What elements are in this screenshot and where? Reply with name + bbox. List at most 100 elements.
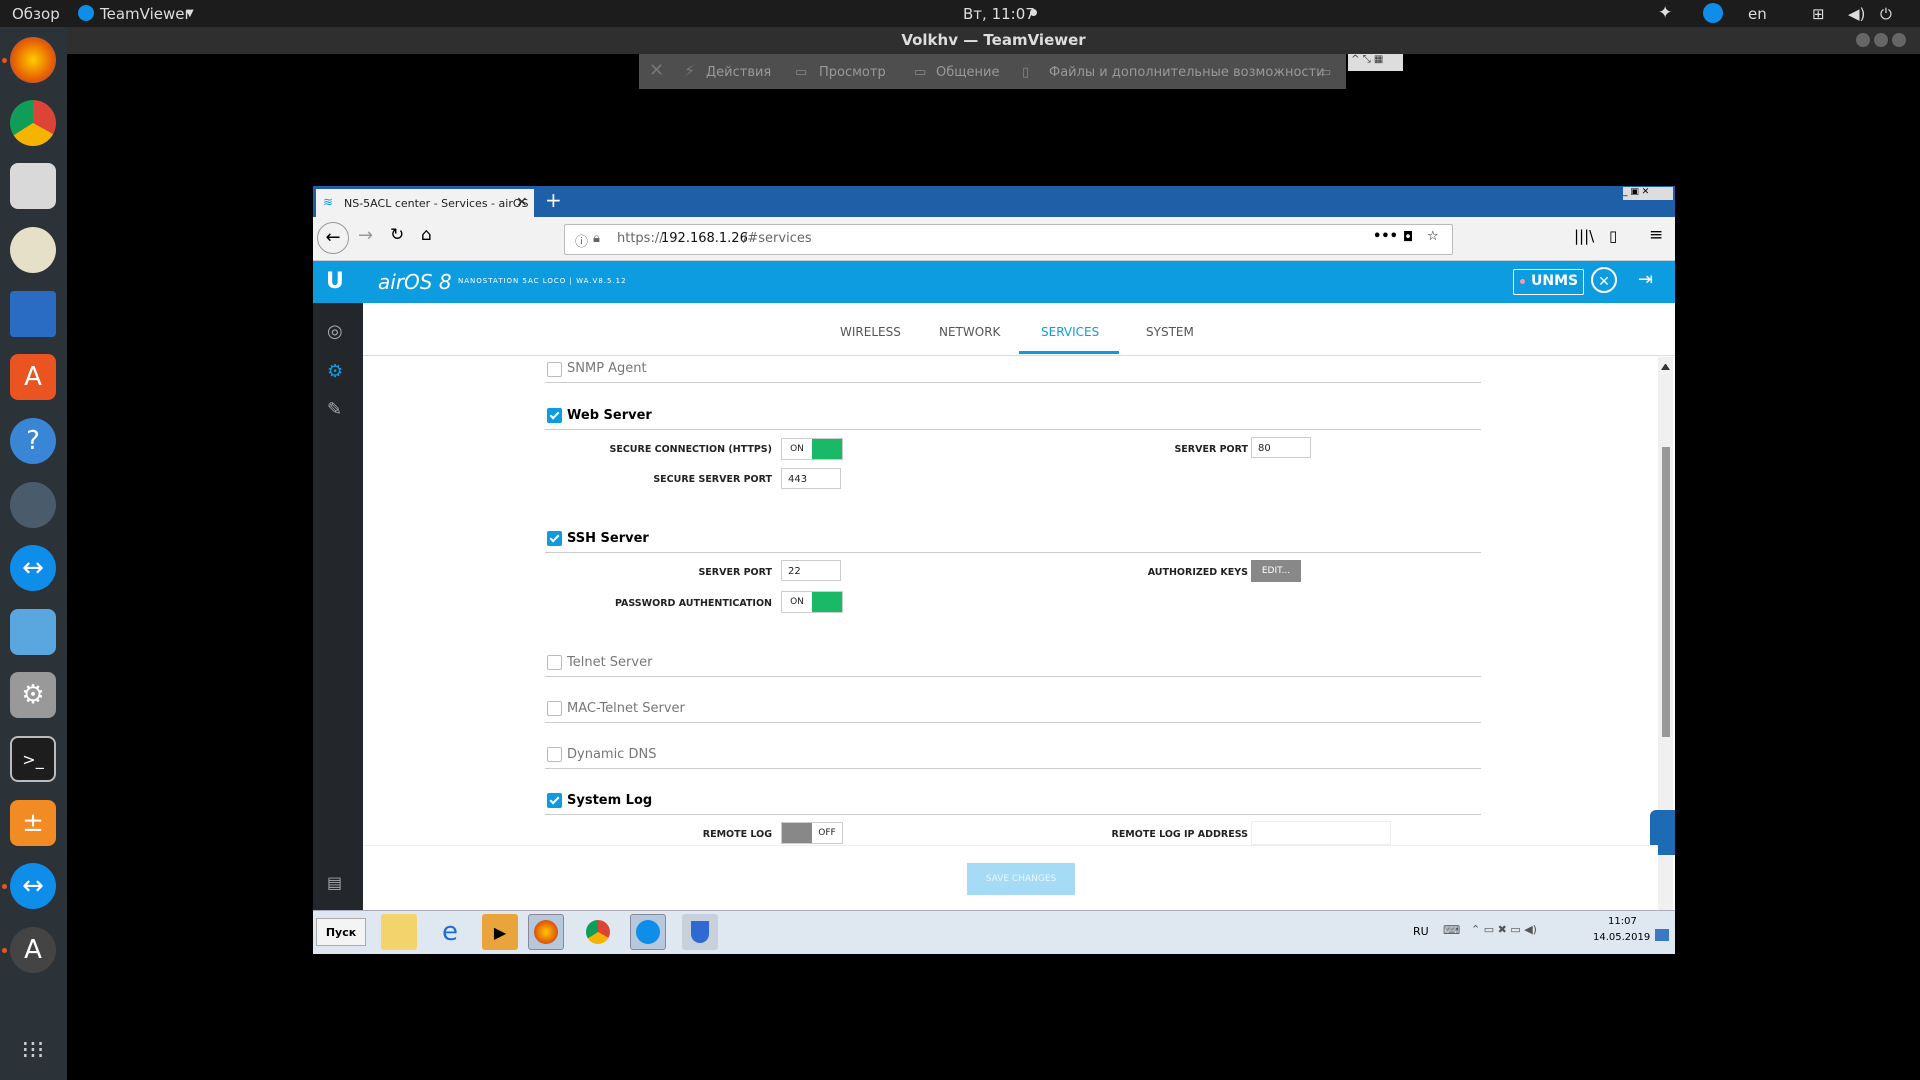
language-indicator[interactable]: RU (1413, 925, 1429, 938)
maximize-icon[interactable] (1874, 33, 1888, 47)
firefox-icon[interactable] (10, 37, 56, 83)
keyboard-icon[interactable]: ⌨ (1443, 923, 1460, 937)
close-session-icon[interactable]: ✕ (649, 60, 664, 81)
clock[interactable]: Вт, 11:07 (963, 5, 1035, 23)
unms-button[interactable]: UNMS (1513, 269, 1584, 295)
logout-icon[interactable]: ⇥ (1638, 269, 1653, 290)
save-changes-button[interactable]: SAVE CHANGES (967, 863, 1075, 895)
tab-network[interactable]: NETWORK (939, 325, 1000, 339)
info-icon[interactable]: ⓘ (575, 231, 588, 250)
toolbar-actions[interactable]: Действия (706, 65, 771, 80)
software-updater-icon[interactable]: A (10, 927, 56, 973)
password-auth-toggle[interactable]: ON (781, 591, 843, 613)
settings-tabs: WIRELESS NETWORK SERVICES SYSTEM (363, 303, 1675, 356)
reload-icon[interactable]: ↻ (390, 225, 404, 245)
toolbar-files[interactable]: Файлы и дополнительные возможности (1049, 65, 1325, 80)
syslog-checkbox[interactable] (547, 793, 562, 808)
teamviewer-running-icon[interactable]: ↔ (10, 863, 56, 909)
security-center-taskbar-icon[interactable] (682, 914, 718, 950)
file-manager-icon[interactable] (10, 163, 56, 209)
window-controls[interactable]: _ ▣ ✕ (1623, 187, 1673, 200)
remmina-icon[interactable] (10, 482, 56, 528)
dropbox-icon[interactable] (10, 609, 56, 655)
view-icon: ▭ (795, 65, 808, 80)
library-icon[interactable]: |||\ (1574, 227, 1594, 245)
teamviewer-dock-icon[interactable]: ↔ (10, 545, 56, 591)
snmp-checkbox[interactable] (547, 362, 562, 377)
tab-wireless[interactable]: WIRELESS (840, 325, 901, 339)
toolbar-view[interactable]: Просмотр (819, 65, 886, 80)
sidebar-toggle-icon[interactable]: ▯ (1609, 227, 1617, 245)
dropbox-tray-icon[interactable]: ✦ (1658, 3, 1672, 23)
scroll-up-icon[interactable] (1661, 364, 1670, 370)
home-icon[interactable]: ⌂ (421, 225, 432, 245)
toolbar-collapse-icon[interactable]: ^ ⤡ ▦ (1348, 54, 1403, 71)
toolbar-communication[interactable]: Общение (936, 65, 999, 80)
page-actions-icon[interactable]: ••• (1373, 229, 1398, 244)
close-icon[interactable] (1892, 33, 1906, 47)
music-player-icon[interactable] (10, 227, 56, 273)
forward-icon[interactable]: → (358, 225, 373, 246)
tools-icon[interactable]: ✕ (1591, 267, 1617, 293)
scroll-thumb[interactable] (1662, 447, 1670, 737)
pocket-icon[interactable]: ◘ (1403, 230, 1413, 245)
calculator-icon[interactable]: ± (10, 800, 56, 846)
power-icon[interactable]: ⏻ (1880, 5, 1892, 23)
teamviewer-taskbar-icon[interactable] (630, 914, 666, 950)
media-player-taskbar-icon[interactable]: ▶ (482, 914, 518, 950)
ddns-checkbox[interactable] (547, 747, 562, 762)
mactelnet-checkbox[interactable] (547, 701, 562, 716)
menu-icon[interactable]: ≡ (1649, 225, 1663, 245)
https-label: SECURE CONNECTION (HTTPS) (609, 444, 772, 455)
system-settings-icon[interactable]: ⚙ (10, 672, 56, 718)
activities-button[interactable]: Обзор (12, 5, 60, 23)
teamviewer-toolbar: ✕ ⚡ Действия ▭ Просмотр ▭ Общение ▯ Файл… (639, 54, 1346, 89)
remote-ip-input[interactable] (1251, 821, 1391, 845)
explorer-taskbar-icon[interactable] (381, 914, 417, 950)
ssh-checkbox[interactable] (547, 531, 562, 546)
software-center-icon[interactable]: A (10, 354, 56, 400)
browser-tab[interactable]: ≋ NS-5ACL center - Services - airOS × (316, 189, 534, 217)
app-menu[interactable]: TeamViewer (100, 5, 191, 23)
new-tab-icon[interactable]: + (545, 188, 562, 212)
chrome-taskbar-icon[interactable] (580, 914, 616, 950)
chrome-icon[interactable] (10, 100, 56, 146)
remote-log-state: OFF (812, 823, 842, 843)
actions-icon: ⚡ (684, 61, 696, 80)
bookmark-star-icon[interactable]: ☆ (1427, 229, 1439, 244)
minimize-icon[interactable] (1856, 33, 1870, 47)
volume-icon[interactable]: ◀) (1848, 5, 1865, 23)
show-desktop-icon[interactable] (1655, 929, 1669, 941)
writer-icon[interactable] (10, 291, 56, 337)
tab-system[interactable]: SYSTEM (1146, 325, 1194, 339)
log-icon[interactable]: ▤ (327, 873, 342, 892)
terminal-icon[interactable]: >_ (10, 736, 56, 782)
web-port-input[interactable]: 80 (1251, 437, 1311, 458)
app-menu-arrow-icon[interactable]: ▼ (186, 8, 194, 19)
window-switch-icon[interactable]: ▭ (1319, 65, 1331, 80)
section-ssh: SSH Server (545, 528, 1481, 553)
firefox-taskbar-icon[interactable] (528, 914, 564, 950)
back-icon[interactable]: ← (317, 222, 349, 254)
language-indicator[interactable]: en (1748, 5, 1767, 23)
network-icon[interactable]: ⊞ (1812, 5, 1825, 23)
remote-log-toggle[interactable]: OFF (781, 822, 843, 844)
web-checkbox[interactable] (547, 408, 562, 423)
secure-port-input[interactable]: 443 (781, 468, 841, 489)
start-button[interactable]: Пуск (316, 918, 366, 946)
edit-keys-button[interactable]: EDIT... (1251, 560, 1301, 582)
url-bar[interactable]: ⓘ 🔒︎ https:// 192.168.1.26 /#services ••… (564, 224, 1453, 255)
ie-taskbar-icon[interactable]: e (432, 914, 468, 950)
settings-gears-icon[interactable]: ⚙ (327, 361, 343, 382)
telnet-checkbox[interactable] (547, 655, 562, 670)
show-applications-icon[interactable]: ⁝⁝⁝ (10, 1027, 56, 1073)
https-toggle[interactable]: ON (781, 438, 843, 460)
dashboard-icon[interactable]: ◎ (327, 321, 343, 342)
tab-close-icon[interactable]: × (516, 194, 528, 210)
tray-icons[interactable]: ⌃ ▭ ✖ ▭ ◀) (1471, 923, 1537, 936)
ssh-port-input[interactable]: 22 (781, 560, 841, 581)
wand-tools-icon[interactable]: ✎ (327, 399, 342, 420)
teamviewer-tray-icon[interactable] (1703, 3, 1723, 23)
help-icon[interactable]: ? (10, 418, 56, 464)
tab-services[interactable]: SERVICES (1041, 325, 1099, 339)
